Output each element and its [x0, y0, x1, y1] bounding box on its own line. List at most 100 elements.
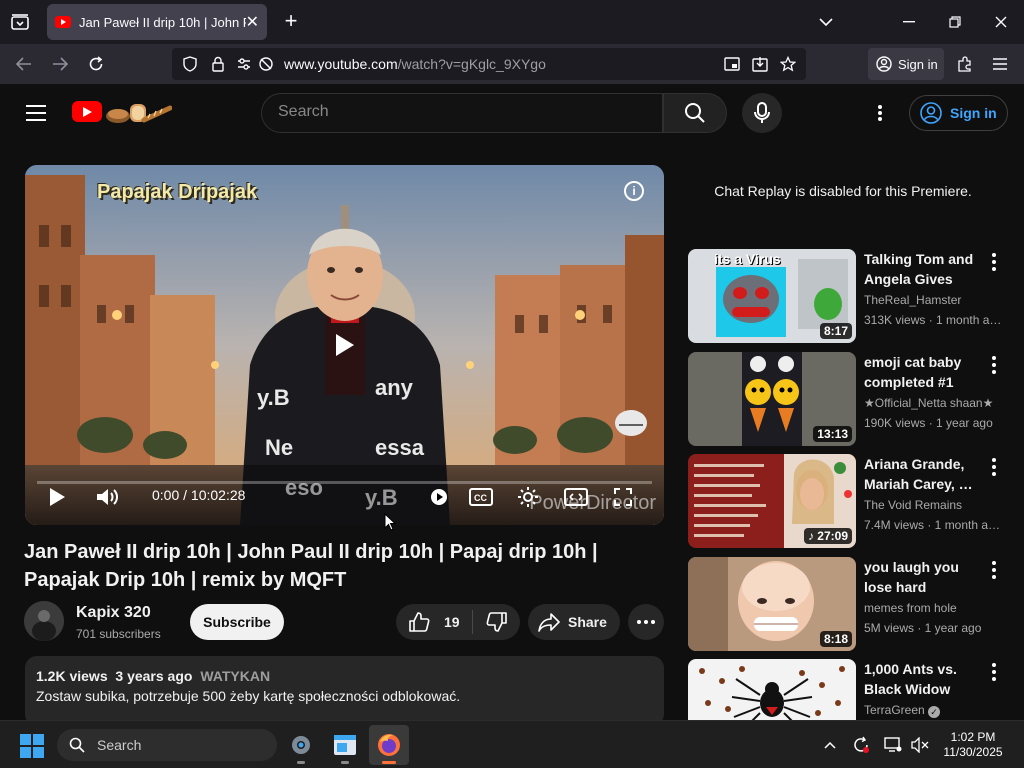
recommended-title[interactable]: 1,000 Ants vs. Black Widow: [864, 659, 984, 699]
autoplay-toggle[interactable]: [427, 485, 451, 509]
lock-icon[interactable]: [210, 56, 226, 72]
recommended-video[interactable]: 13:13 emoji cat baby completed #1 ★Offic…: [688, 352, 1024, 446]
search-button[interactable]: [663, 93, 727, 133]
network-volume-icon[interactable]: [910, 735, 930, 755]
time-current: 0:00: [152, 487, 180, 503]
channel-avatar[interactable]: [24, 601, 64, 641]
browser-account-button[interactable]: Sign in: [868, 48, 944, 80]
recommended-channel[interactable]: ★Official_Netta shaan★: [864, 396, 993, 410]
recommended-more-button[interactable]: [990, 663, 998, 681]
restore-icon: [949, 16, 961, 28]
taskbar-search-label: Search: [97, 737, 142, 753]
account-icon: [876, 56, 892, 72]
dislike-button[interactable]: [473, 604, 520, 640]
recommended-channel[interactable]: The Void Remains: [864, 498, 962, 512]
bookmark-star-icon[interactable]: [780, 56, 796, 72]
taskbar-search[interactable]: Search: [57, 729, 277, 761]
account-circle-icon: [920, 102, 942, 124]
url-text[interactable]: www.youtube.com/watch?v=gKglc_9XYgo: [284, 56, 546, 72]
voice-search-button[interactable]: [742, 93, 782, 133]
tab-close-icon[interactable]: ✕: [246, 12, 259, 32]
video-player[interactable]: y.B any Ne essa eso y.B Papajak Dripajak i …: [25, 165, 664, 525]
recommended-video[interactable]: 1,000 Ants vs. Black Widow TerraGreen ✓: [688, 659, 1024, 720]
browser-signin-label: Sign in: [898, 56, 938, 72]
gear-icon: [518, 487, 538, 507]
settings-button[interactable]: [515, 485, 541, 509]
extensions-button[interactable]: [953, 52, 977, 76]
taskbar-app-settings[interactable]: [281, 725, 321, 765]
recommended-more-button[interactable]: [990, 561, 998, 579]
taskbar-app-firefox[interactable]: [369, 725, 409, 765]
description-box[interactable]: 1.2K views 3 years ago WATYKAN Zostaw su…: [25, 656, 664, 726]
url-domain: www.youtube.com: [284, 56, 398, 72]
channel-name[interactable]: Kapix 320: [76, 604, 151, 622]
permissions-icon[interactable]: [236, 56, 252, 72]
picture-in-picture-icon[interactable]: [724, 56, 740, 72]
fullscreen-button[interactable]: [611, 485, 635, 509]
restore-button[interactable]: [941, 8, 969, 36]
share-button[interactable]: Share: [528, 604, 620, 640]
back-button[interactable]: [12, 52, 36, 76]
show-hidden-icons-chevron-icon[interactable]: [820, 735, 840, 755]
tracking-blocked-icon[interactable]: [258, 56, 274, 72]
theater-mode-button[interactable]: [563, 485, 589, 509]
taskbar-app-file-explorer[interactable]: [325, 725, 365, 765]
recommended-video[interactable]: its a Virus 8:17 Talking Tom and Angela …: [688, 249, 1024, 343]
forward-button[interactable]: [48, 52, 72, 76]
recommended-channel[interactable]: memes from hole: [864, 601, 957, 615]
recommended-stats: 5M views · 1 year ago: [864, 621, 982, 635]
tab-list-button[interactable]: [8, 10, 32, 34]
description-text: Zostaw subika, potrzebuje 500 żeby kartę…: [36, 688, 461, 704]
app-menu-button[interactable]: [988, 52, 1012, 76]
recommended-more-button[interactable]: [990, 356, 998, 374]
recommended-title[interactable]: emoji cat baby completed #1: [864, 352, 984, 392]
browser-tab-active[interactable]: Jan Paweł II drip 10h | John Paul II dri…: [47, 4, 267, 40]
center-play-button[interactable]: [325, 325, 365, 365]
youtube-logo[interactable]: [72, 101, 102, 122]
video-thumbnail[interactable]: its a Virus 8:17: [688, 249, 856, 343]
guide-menu-button[interactable]: [26, 105, 46, 121]
subscribe-button[interactable]: Subscribe: [190, 604, 284, 640]
volume-button[interactable]: [95, 485, 121, 509]
search-input[interactable]: Search: [261, 93, 663, 133]
recommended-video[interactable]: ♪ 27:09 Ariana Grande, Mariah Carey, … T…: [688, 454, 1024, 548]
video-thumbnail[interactable]: [688, 659, 856, 720]
sync-icon[interactable]: [851, 735, 871, 755]
recommended-stats: 313K views · 1 month a…: [864, 313, 1000, 327]
minimize-icon: [903, 21, 915, 23]
play-button[interactable]: [45, 485, 69, 509]
recommended-title[interactable]: you laugh you lose hard: [864, 557, 984, 597]
video-duration: 8:17: [819, 323, 852, 339]
video-thumbnail[interactable]: ♪ 27:09: [688, 454, 856, 548]
new-tab-button[interactable]: +: [279, 10, 303, 34]
youtube-signin-button[interactable]: Sign in: [909, 95, 1008, 131]
hashtag-link[interactable]: WATYKAN: [200, 668, 270, 684]
info-icon[interactable]: i: [624, 181, 644, 201]
subtitles-button[interactable]: CC: [468, 485, 494, 509]
recommended-title[interactable]: Talking Tom and Angela Gives yo…: [864, 249, 984, 289]
shield-icon[interactable]: [182, 56, 198, 72]
like-button[interactable]: 19: [396, 604, 472, 640]
more-actions-button[interactable]: [628, 604, 664, 640]
tab-overflow-chevron-icon[interactable]: [812, 8, 840, 36]
minimize-button[interactable]: [895, 8, 923, 36]
puzzle-icon: [958, 56, 971, 72]
video-duration: 13:13: [813, 426, 852, 442]
display-icon[interactable]: [883, 735, 903, 755]
reload-button[interactable]: [84, 52, 108, 76]
recommended-title[interactable]: Ariana Grande, Mariah Carey, …: [864, 454, 984, 494]
recommended-channel[interactable]: TheReal_Hamster: [864, 293, 961, 307]
video-thumbnail[interactable]: 13:13: [688, 352, 856, 446]
save-to-pocket-icon[interactable]: [752, 56, 768, 72]
system-clock[interactable]: 1:02 PM 11/30/2025: [938, 730, 1008, 760]
recommended-more-button[interactable]: [990, 253, 998, 271]
address-bar[interactable]: www.youtube.com/watch?v=gKglc_9XYgo: [172, 48, 806, 80]
video-thumbnail[interactable]: 8:18: [688, 557, 856, 651]
recommended-channel[interactable]: TerraGreen ✓: [864, 703, 941, 718]
settings-kebab-button[interactable]: [870, 103, 890, 123]
start-button[interactable]: [20, 734, 44, 758]
recommended-more-button[interactable]: [990, 458, 998, 476]
close-window-button[interactable]: [987, 8, 1015, 36]
recommended-video[interactable]: 8:18 you laugh you lose hard memes from …: [688, 557, 1024, 651]
bread-doodle-logo[interactable]: [104, 98, 172, 126]
